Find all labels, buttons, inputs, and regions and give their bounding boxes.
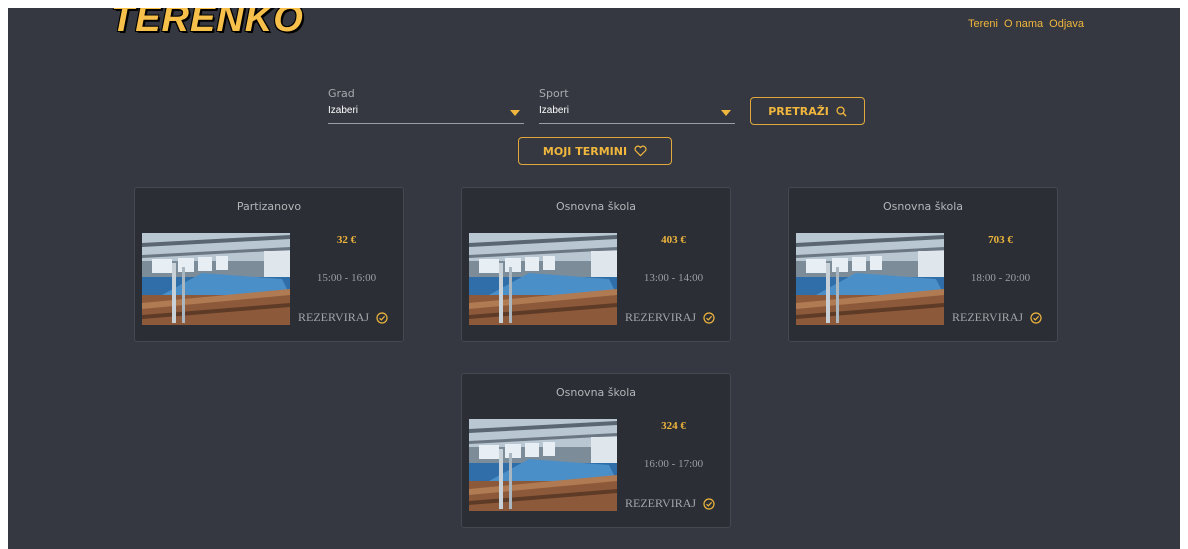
court-title: Partizanovo	[236, 200, 302, 213]
grad-label: Grad	[328, 87, 355, 100]
heart-icon	[634, 145, 647, 157]
search-button[interactable]: PRETRAŽI	[750, 97, 865, 125]
court-card: Partizanovo 32 € 15:00 - 16:00 REZERVIRA…	[134, 187, 404, 342]
top-nav: Tereni O nama Odjava	[968, 18, 1084, 30]
moji-termini-label: MOJI TERMINI	[542, 144, 628, 158]
sport-label: Sport	[539, 87, 569, 100]
price: 403 €	[661, 234, 686, 246]
grad-select[interactable]: Grad Izaberi	[328, 86, 524, 124]
court-image	[469, 233, 617, 325]
check-circle-icon	[376, 311, 388, 324]
reserve-label: REZERVIRAJ	[625, 310, 697, 324]
court-title: Osnovna škola	[882, 200, 964, 213]
search-button-label: PRETRAŽI	[768, 104, 829, 118]
check-circle-icon	[703, 497, 715, 510]
court-card: Osnovna škola 703 € 18:00 - 20:00 REZERV…	[788, 187, 1058, 342]
time-slot: 13:00 - 14:00	[643, 272, 704, 284]
sport-select[interactable]: Sport Izaberi	[539, 86, 735, 124]
reserve-button[interactable]: REZERVIRAJ	[952, 310, 1042, 325]
nav-odjava[interactable]: Odjava	[1049, 18, 1084, 30]
moji-termini-button[interactable]: MOJI TERMINI	[518, 137, 672, 165]
court-image	[469, 419, 617, 511]
reserve-label: REZERVIRAJ	[298, 310, 370, 324]
court-title: Osnovna škola	[555, 200, 637, 213]
price: 324 €	[661, 420, 686, 432]
reserve-button[interactable]: REZERVIRAJ	[298, 310, 388, 325]
grad-value: Izaberi	[328, 105, 359, 116]
sport-value: Izaberi	[539, 105, 570, 116]
court-image	[142, 233, 290, 325]
search-icon	[836, 105, 847, 117]
price: 703 €	[988, 234, 1013, 246]
logo[interactable]: TERENKO	[111, 8, 304, 41]
reserve-label: REZERVIRAJ	[952, 310, 1024, 324]
dropdown-arrow-icon[interactable]	[721, 110, 731, 116]
check-circle-icon	[703, 311, 715, 324]
time-slot: 18:00 - 20:00	[970, 272, 1031, 284]
reserve-label: REZERVIRAJ	[625, 496, 697, 510]
nav-o-nama[interactable]: O nama	[1004, 18, 1043, 30]
nav-tereni[interactable]: Tereni	[968, 18, 998, 30]
app-frame: TERENKO Tereni O nama Odjava Grad Izaber…	[8, 8, 1180, 549]
check-circle-icon	[1030, 311, 1042, 324]
court-card: Osnovna škola 324 € 16:00 - 17:00 REZERV…	[461, 373, 731, 528]
court-card: Osnovna škola 403 € 13:00 - 14:00 REZERV…	[461, 187, 731, 342]
reserve-button[interactable]: REZERVIRAJ	[625, 496, 715, 511]
time-slot: 16:00 - 17:00	[643, 458, 704, 470]
dropdown-arrow-icon[interactable]	[510, 110, 520, 116]
reserve-button[interactable]: REZERVIRAJ	[625, 310, 715, 325]
court-title: Osnovna škola	[555, 386, 637, 399]
court-image	[796, 233, 944, 325]
time-slot: 15:00 - 16:00	[316, 272, 377, 284]
price: 32 €	[336, 234, 357, 246]
